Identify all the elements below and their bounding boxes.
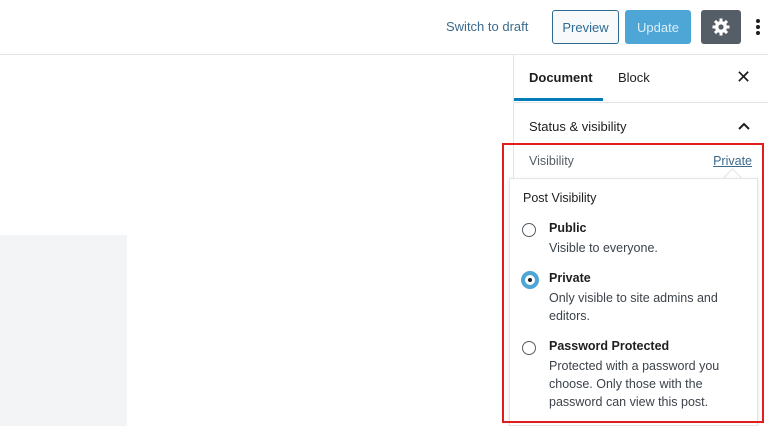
tab-document[interactable]: Document: [529, 70, 593, 85]
status-visibility-panel-title[interactable]: Status & visibility: [529, 119, 627, 134]
switch-to-draft-link[interactable]: Switch to draft: [446, 19, 528, 34]
visibility-toggle-link[interactable]: Private: [713, 154, 752, 168]
option-description: Protected with a password you choose. On…: [549, 359, 720, 409]
active-tab-indicator: [514, 98, 603, 101]
update-button[interactable]: Update: [625, 10, 691, 44]
vertical-ellipsis-icon: [756, 19, 760, 35]
chevron-up-icon[interactable]: [737, 119, 751, 133]
close-icon[interactable]: ✕: [736, 67, 751, 88]
public-radio[interactable]: [522, 223, 536, 237]
option-label: Private: [549, 271, 591, 285]
private-radio[interactable]: [521, 271, 539, 289]
preview-button[interactable]: Preview: [552, 10, 619, 44]
option-label: Password Protected: [549, 339, 670, 353]
option-label: Public: [549, 221, 587, 235]
tab-block[interactable]: Block: [618, 70, 650, 85]
option-description: Only visible to site admins and editors.: [549, 291, 718, 323]
option-description: Visible to everyone.: [549, 241, 658, 255]
sidebar-tabs: Document Block ✕: [514, 55, 768, 103]
more-options-button[interactable]: [751, 10, 765, 44]
post-visibility-popover: Post Visibility Public Visible to everyo…: [509, 178, 758, 426]
password-protected-radio[interactable]: [522, 341, 536, 355]
visibility-label: Visibility: [529, 154, 574, 168]
editor-header: Switch to draft Preview Update: [0, 0, 768, 55]
editor-content-block[interactable]: [0, 235, 127, 426]
gear-icon: [712, 18, 730, 36]
settings-button[interactable]: [701, 10, 741, 44]
post-visibility-title: Post Visibility: [523, 191, 597, 205]
